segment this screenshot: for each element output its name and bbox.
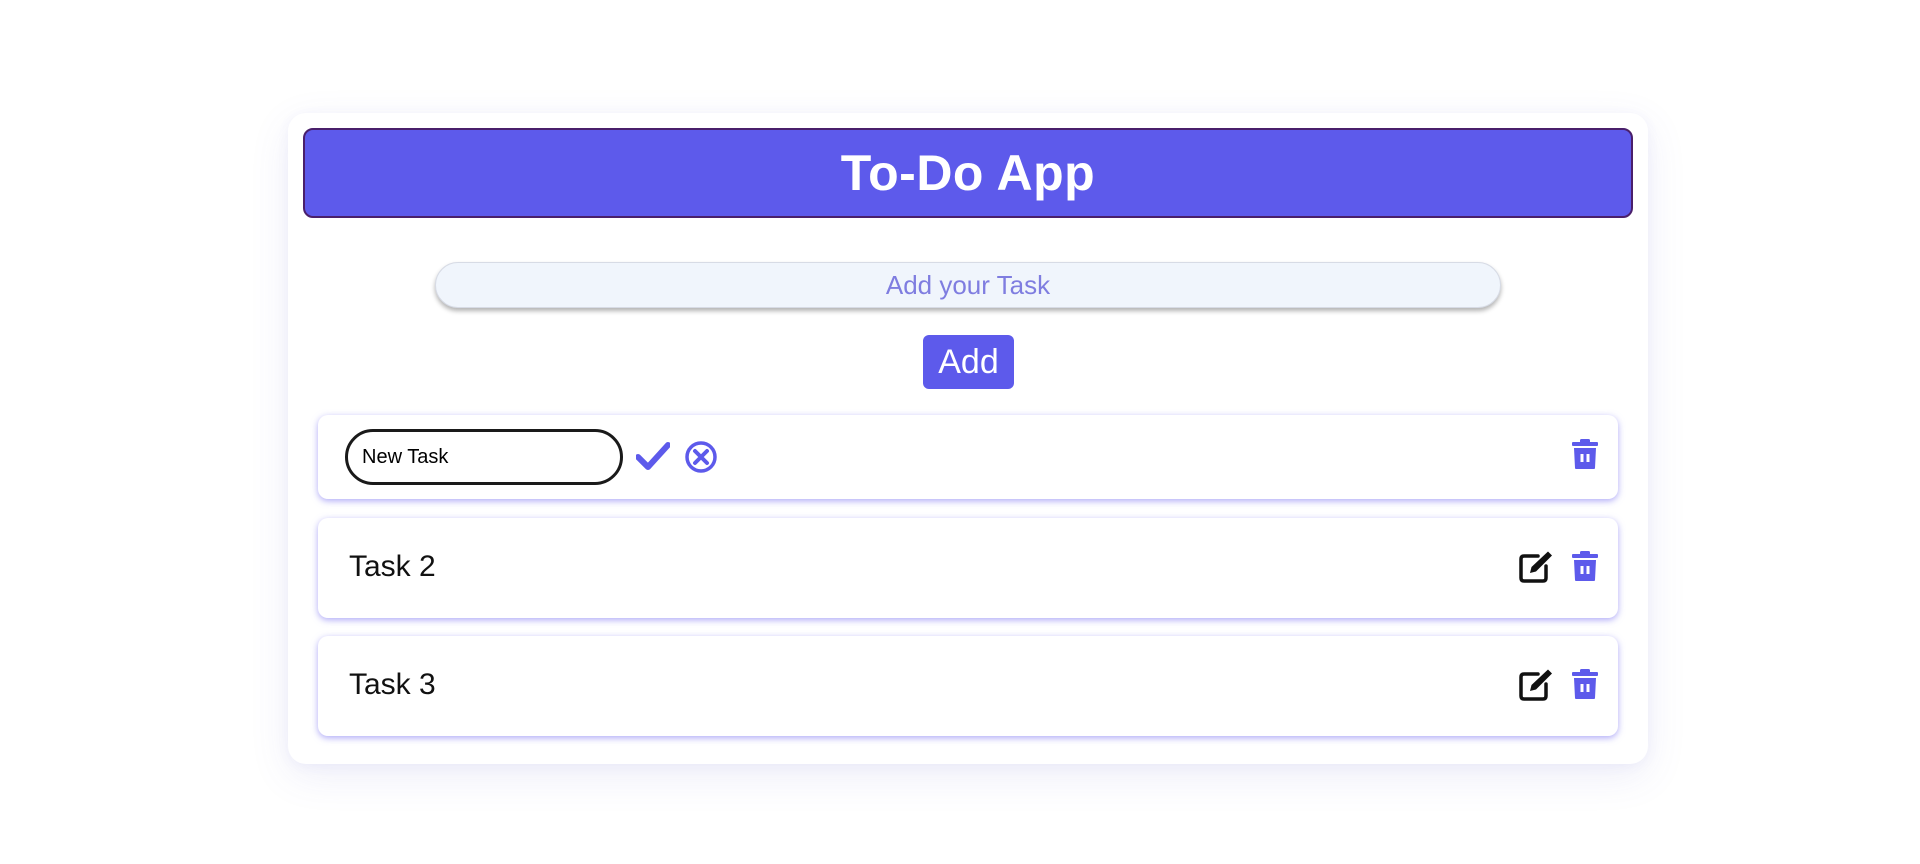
task-row-editing xyxy=(318,415,1618,499)
edit-task-input[interactable] xyxy=(345,429,623,485)
new-task-input[interactable] xyxy=(435,262,1501,308)
task-label: Task 2 xyxy=(349,550,436,583)
todo-card: To-Do App Add Task 2 xyxy=(288,113,1648,764)
task-label: Task 3 xyxy=(349,668,436,701)
trash-icon[interactable] xyxy=(1569,437,1601,471)
edit-icon[interactable] xyxy=(1517,667,1555,703)
trash-icon[interactable] xyxy=(1569,667,1601,701)
task-row: Task 3 xyxy=(318,636,1618,736)
trash-icon[interactable] xyxy=(1569,549,1601,583)
add-task-button[interactable]: Add xyxy=(923,335,1014,389)
app-header: To-Do App xyxy=(303,128,1633,218)
cancel-icon[interactable] xyxy=(683,439,719,475)
check-icon[interactable] xyxy=(634,439,672,473)
edit-icon[interactable] xyxy=(1517,549,1555,585)
task-row: Task 2 xyxy=(318,518,1618,618)
app-title: To-Do App xyxy=(840,145,1096,201)
